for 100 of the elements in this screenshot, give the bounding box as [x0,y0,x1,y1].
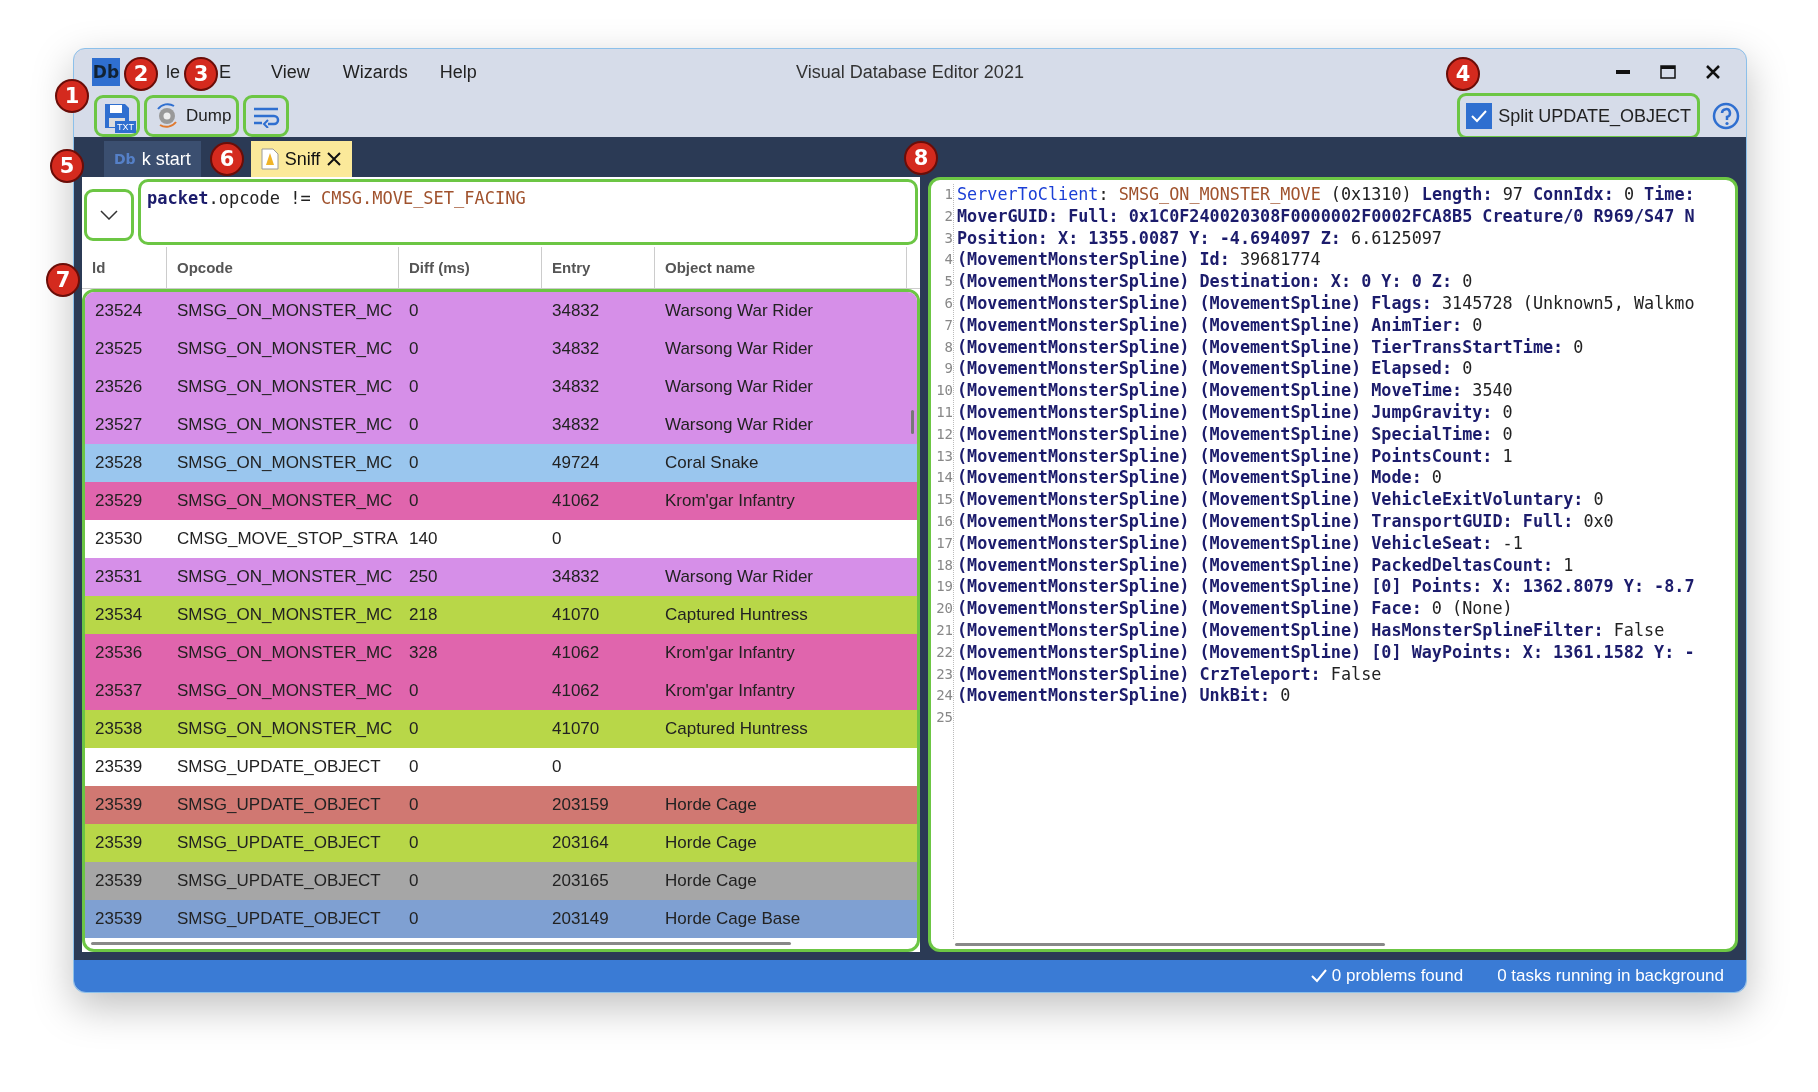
table-cell-text: SMSG_UPDATE_OBJECT [176,909,381,929]
line-number: 1 [944,185,953,204]
table-cell-text: Warsong War Rider [664,567,813,587]
table-cell-text: Captured Huntress [664,605,808,625]
table-cell-text: SMSG_ON_MONSTER_MC [176,415,393,435]
column-header[interactable]: Opcode [177,259,233,276]
line-number: 14 [936,468,953,488]
table-cell-text: SMSG_ON_MONSTER_MC [176,377,393,397]
table-row[interactable]: 23539 SMSG_UPDATE_OBJECT 0 203164 Horde Cage [85,824,917,862]
checkbox-label[interactable]: Split UPDATE_OBJECT [1498,105,1691,127]
line-number: 15 [936,490,953,510]
code-line: (MovementMonsterSpline) (MovementSpline) TransportGUID: Full: 0x0 [957,510,1615,533]
callout-badge: 2 [124,57,158,91]
table-cell-text: 41070 [551,719,600,739]
table-cell-text: 0 [408,491,419,511]
table-cell-text: 0 [408,681,419,701]
line-number: 16 [936,511,953,531]
code-line: (MovementMonsterSpline) Destination: X: 0 Y: 0 Z: 0 [957,271,1474,293]
scrollbar-thumb[interactable] [91,941,791,945]
table-row[interactable]: 23526 SMSG_ON_MONSTER_MC 0 34832 Warsong War Rider [85,368,917,406]
line-number: 22 [936,642,953,662]
code-line: (MovementMonsterSpline) (MovementSpline) SpecialTime: 0 [957,423,1514,446]
table-cell-text: 23534 [94,605,143,625]
table-row[interactable]: 23537 SMSG_ON_MONSTER_MC 0 41062 Krom'gar Infantry [85,672,917,710]
line-number: 21 [936,620,953,640]
column-header[interactable]: Entry [552,259,591,276]
document-icon [260,148,279,170]
table-cell-text: 23531 [94,567,143,587]
table-row[interactable]: 23534 SMSG_ON_MONSTER_MC 218 41070 Captured Huntress [85,596,917,634]
dropdown-button[interactable] [84,189,134,241]
menu-item[interactable]: Wizards [342,61,408,83]
code-line: (MovementMonsterSpline) (MovementSpline) Flags: 3145728 (Unknown5, Walkmo [957,293,1696,315]
code-line: Position: X: 1355.0087 Y: -4.694097 Z: 6.6125097 [957,227,1443,250]
table-row[interactable]: 23531 SMSG_ON_MONSTER_MC 250 34832 Warsong War Rider [85,558,917,596]
txt-tag: TXT [115,121,136,133]
table-cell-text: 23539 [94,795,143,815]
scrollbar-thumb[interactable] [955,942,1385,946]
table-cell-text: 23525 [94,339,143,359]
table-cell-text: 23539 [94,909,143,929]
table-row[interactable]: 23527 SMSG_ON_MONSTER_MC 0 34832 Warsong War Rider [85,406,917,444]
table-cell-text: SMSG_UPDATE_OBJECT [176,757,381,777]
table-row[interactable]: 23538 SMSG_ON_MONSTER_MC 0 41070 Captured Huntress [85,710,917,748]
line-number: 8 [944,337,953,357]
table-cell-text: 0 [408,377,419,397]
table-cell-text: 41062 [551,681,600,701]
line-number: 17 [936,533,953,553]
line-number: 4 [944,250,953,270]
line-number: 13 [936,446,953,466]
close-icon[interactable] [1706,65,1720,79]
callout-badge: 4 [1446,57,1480,91]
column-header[interactable]: Diff (ms) [409,259,470,276]
table-row[interactable]: 23539 SMSG_UPDATE_OBJECT 0 203149 Horde Cage Base [85,900,917,938]
table-cell-text: SMSG_ON_MONSTER_MC [176,567,393,587]
table-row[interactable]: 23539 SMSG_UPDATE_OBJECT 0 203165 Horde Cage [85,862,917,900]
menu-item[interactable]: Help [439,61,477,83]
code-line: (MovementMonsterSpline) (MovementSpline) JumpGravity: 0 [957,401,1514,424]
table-cell-text: 23524 [94,301,143,321]
line-number: 23 [936,664,953,684]
line-number: 18 [936,555,953,575]
table-cell-text: 203149 [551,909,609,929]
table-row[interactable]: 23529 SMSG_ON_MONSTER_MC 0 41062 Krom'gar Infantry [85,482,917,520]
line-number: 24 [936,686,953,706]
table-cell-text: Horde Cage Base [664,909,801,929]
tab[interactable]: Sniff [250,141,353,177]
menu-item[interactable]: le [166,61,180,83]
scrollbar-thumb[interactable] [911,410,914,434]
table-cell-text: 41062 [551,491,600,511]
table-cell-text: 0 [551,529,562,549]
table-row[interactable]: 23524 SMSG_ON_MONSTER_MC 0 34832 Warsong War Rider [85,292,917,330]
table-cell-text: 203164 [551,833,609,853]
help-icon[interactable] [1712,102,1740,130]
filter-input[interactable]: packet.opcode != CMSG.MOVE_SET_FACING [138,179,918,245]
column-header[interactable]: Object name [665,259,756,276]
menu-item[interactable]: E [219,61,232,83]
code-line: MoverGUID: Full: 0x1C0F240020308F0000002F0002FCA8B5 Creature/0 R969/S47 N [957,205,1696,228]
maximize-icon[interactable] [1660,65,1676,79]
table-row[interactable]: 23528 SMSG_ON_MONSTER_MC 0 49724 Coral Snake [85,444,917,482]
table-row[interactable]: 23536 SMSG_ON_MONSTER_MC 328 41062 Krom'gar Infantry [85,634,917,672]
table-cell-text: 0 [551,757,562,777]
table-row[interactable]: 23539 SMSG_UPDATE_OBJECT 0 203159 Horde Cage [85,786,917,824]
table-cell-text: 0 [408,871,419,891]
table-cell-text: SMSG_ON_MONSTER_MC [176,491,393,511]
table-cell-text: 23527 [94,415,143,435]
line-number: 10 [936,381,953,401]
column-header[interactable]: ld [92,259,106,276]
table-cell-text: SMSG_UPDATE_OBJECT [176,795,381,815]
menu-item[interactable]: View [271,61,310,83]
table-cell-text: 34832 [551,301,600,321]
table-cell-text: 203165 [551,871,609,891]
table-cell-text: Krom'gar Infantry [664,643,795,663]
line-number: 12 [936,424,953,444]
table-cell-text: 23539 [94,833,143,853]
table-cell-text: 34832 [551,377,600,397]
table-row[interactable]: 23525 SMSG_ON_MONSTER_MC 0 34832 Warsong War Rider [85,330,917,368]
line-number: 7 [944,315,953,335]
checkbox[interactable] [1466,103,1493,129]
close-icon[interactable] [326,151,343,167]
status-text: 0 problems found [1331,966,1464,986]
tab[interactable]: Db k start [104,141,201,177]
table-cell-text: 41062 [551,643,600,663]
